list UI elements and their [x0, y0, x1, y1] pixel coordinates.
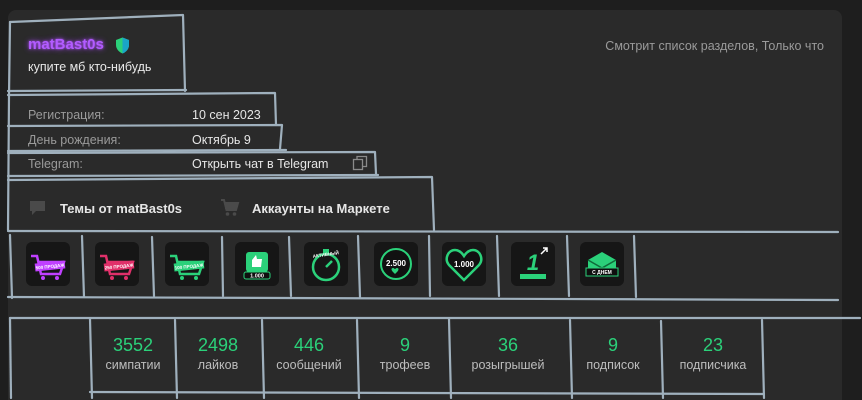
- shopping-cart-icon: [221, 199, 240, 216]
- stat-label: подписчика: [679, 358, 747, 372]
- trophy-badge-one-year[interactable]: 1: [511, 242, 555, 286]
- like-badge-icon: 1.000: [243, 252, 271, 280]
- stat-value: 23: [702, 335, 724, 355]
- cart-badge-icon: 250 ПРОДАЖ: [100, 254, 135, 280]
- status-text: купите мб кто-нибудь: [28, 60, 152, 74]
- info-label-birthday: День рождения:: [28, 133, 121, 147]
- info-label-registration: Регистрация:: [28, 108, 105, 122]
- stat-followers[interactable]: 23 подписчика: [664, 334, 762, 372]
- stat-likes[interactable]: 2498 лайков: [176, 334, 260, 372]
- badge-text-one-year: 1: [527, 250, 539, 275]
- stat-label: розыгрышей: [471, 358, 545, 372]
- trophy-badge-active[interactable]: АКТИВНЫЙ: [304, 242, 348, 286]
- stat-value: 446: [293, 335, 325, 355]
- stat-value: 9: [607, 335, 618, 355]
- heart-badge-icon: 1.000: [445, 248, 483, 282]
- stat-value: 9: [399, 335, 410, 355]
- badge-text-1000-sympathies: 1.000: [454, 260, 475, 269]
- info-label-telegram: Telegram:: [28, 157, 83, 171]
- chat-bubble-icon: [30, 201, 45, 215]
- badge-text-2500: 2.500: [386, 259, 407, 268]
- info-value-registration: 10 сен 2023: [192, 108, 261, 122]
- viewing-status: Смотрит список разделов, Только что: [605, 39, 824, 53]
- copy-icon[interactable]: [352, 155, 368, 171]
- heart-badge-icon: 2.500: [380, 248, 412, 280]
- birthday-badge-icon: С ДНЕМ: [585, 252, 619, 277]
- username-link[interactable]: matBast0s: [28, 36, 104, 53]
- trophy-badge-250-sales[interactable]: 250 ПРОДАЖ: [95, 242, 139, 286]
- stat-label: симпатии: [105, 358, 161, 372]
- trophy-badge-100-sales[interactable]: 100 ПРОДАЖ: [165, 242, 209, 286]
- stat-sympathies[interactable]: 3552 симпатии: [92, 334, 174, 372]
- cart-badge-icon: 500 ПРОДАЖ: [31, 254, 66, 280]
- stat-value: 36: [497, 335, 519, 355]
- stat-label: лайков: [197, 358, 239, 372]
- trophy-badge-1000-sympathies[interactable]: 1.000: [442, 242, 486, 286]
- stat-messages[interactable]: 446 сообщений: [264, 334, 354, 372]
- stat-trophies[interactable]: 9 трофеев: [362, 334, 448, 372]
- stat-value: 2498: [197, 335, 239, 355]
- shield-icon: [116, 37, 129, 54]
- stat-label: подписок: [586, 358, 640, 372]
- trophy-badge-500-sales[interactable]: 500 ПРОДАЖ: [26, 242, 70, 286]
- badge-text-1000-likes: 1.000: [250, 274, 264, 280]
- user-topics-label: Темы от matBast0s: [60, 200, 183, 216]
- stat-label: сообщений: [276, 358, 342, 372]
- one-year-badge-icon: 1: [520, 247, 548, 279]
- stat-value: 3552: [112, 335, 154, 355]
- info-value-birthday: Октябрь 9: [192, 133, 251, 147]
- stat-subscriptions[interactable]: 9 подписок: [572, 334, 654, 372]
- trophy-badge-2500[interactable]: 2.500: [374, 242, 418, 286]
- stopwatch-badge-icon: АКТИВНЫЙ: [311, 248, 341, 282]
- stat-giveaways[interactable]: 36 розыгрышей: [452, 334, 564, 372]
- trophy-badge-birthday[interactable]: С ДНЕМ: [580, 242, 624, 286]
- cart-badge-icon: 100 ПРОДАЖ: [170, 254, 205, 280]
- user-topics-link[interactable]: Темы от matBast0s: [28, 198, 182, 218]
- market-accounts-label: Аккаунты на Маркете: [252, 200, 390, 216]
- trophy-badge-1000-likes[interactable]: 1.000: [235, 242, 279, 286]
- badge-text-birthday: С ДНЕМ: [592, 270, 612, 276]
- telegram-chat-link[interactable]: Открыть чат в Telegram: [192, 157, 328, 171]
- stat-label: трофеев: [379, 358, 431, 372]
- market-accounts-link[interactable]: Аккаунты на Маркете: [220, 198, 390, 218]
